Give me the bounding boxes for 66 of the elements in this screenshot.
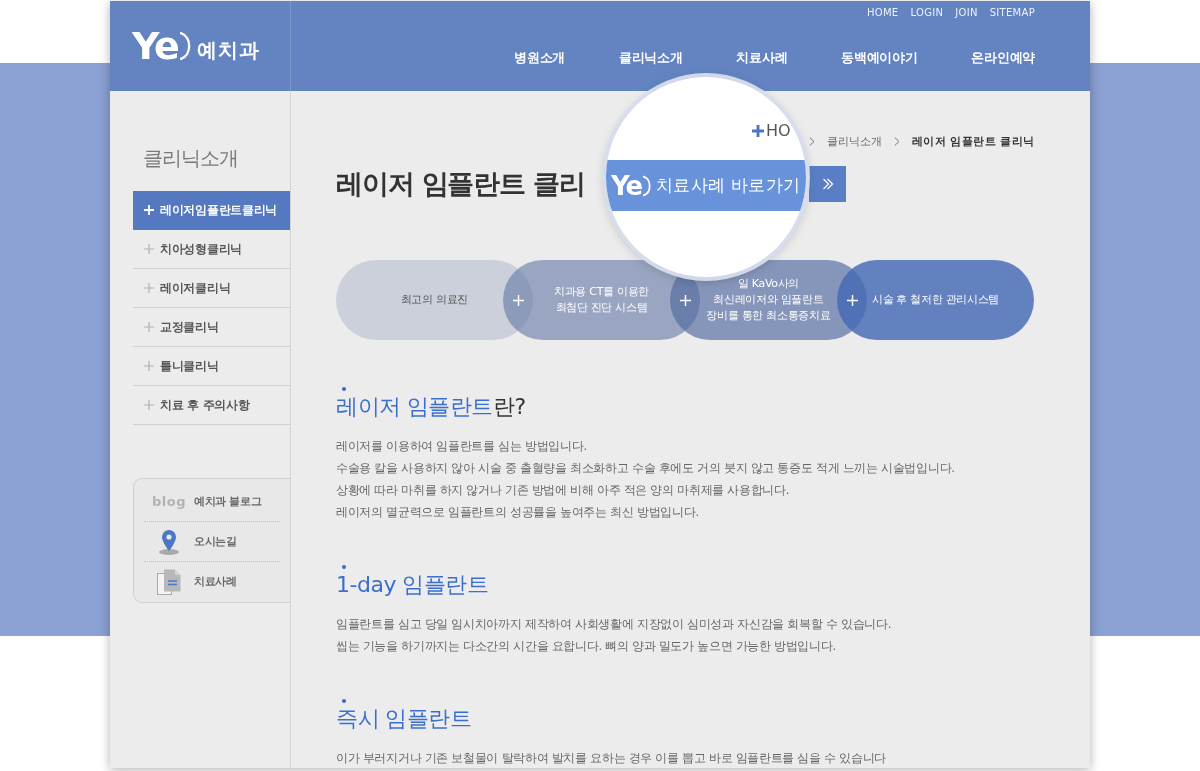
chevron-right-icon [808, 136, 815, 146]
plus-icon [680, 295, 691, 306]
utility-link[interactable]: JOIN [955, 6, 978, 20]
chevron-right-icon [893, 136, 900, 146]
breadcrumb-link[interactable]: 클리닉소개 [826, 134, 882, 148]
nav-item[interactable]: 온라인예약 [971, 48, 1035, 68]
utility-link[interactable]: LOGIN [910, 6, 944, 20]
double-chevron-icon [821, 177, 834, 190]
plus-icon [144, 400, 154, 410]
quick-link-label: 치료사례 [194, 574, 237, 589]
plus-icon [144, 322, 154, 332]
section-paragraph: 레이저를 이용하여 임플란트를 심는 방법입니다. 수술용 칼을 사용하지 않아 시술 중 출혈량을 최소화하고 수술 후에도 거의 붓지 않고 통증도 적게 느끼는 시술법입니다. 상황에 따라 마취를 하지 않거나 기존 방법에 비해 아주 적은 양의 마취제를 사용합니다. 레이저의 멸균력으로 임플란트의 성공률을 높여주는 최신 방법입니다. [336, 438, 956, 521]
quick-link-label: 오시는길 [194, 534, 237, 549]
menu-item-label: 치아성형클리닉 [160, 241, 242, 257]
logo-mark: Ye [611, 172, 642, 199]
nav-item[interactable]: 병원소개 [514, 48, 565, 68]
section-paragraph: 임플란트를 심고 당일 임시치아까지 제작하여 사회생활에 지장없이 심미성과 자신감을 회복할 수 있습니다. 씹는 기능을 하기까지는 다소간의 시간을 요합니다. 뼈의 양과 밀도가 높으면 가능한 방법입니다. [336, 616, 893, 655]
plus-icon [847, 295, 858, 306]
nav-item[interactable]: 치료사례 [736, 48, 788, 68]
swoosh-icon [643, 173, 652, 198]
page-title: 레이저 임플란트 클리 [336, 167, 585, 201]
section-paragraph: 이가 부러지거나 기존 보철물이 탈락하여 발치를 요하는 경우 이를 뽑고 바로 임플란트를 심을 수 있습니다 [336, 750, 888, 767]
map-pin-icon [158, 528, 180, 555]
logo-name: 예치과 [196, 36, 260, 64]
breadcrumb-link[interactable]: 레이저 임플란트 클리닉 [911, 134, 1035, 148]
menu-item-label: 치료 후 주의사항 [160, 397, 250, 413]
feature-label: 시술 후 철저한 관리시스템 [871, 292, 1000, 308]
sidebar-menu-item[interactable]: 레이저임플란트클리닉 [133, 191, 290, 230]
dot-icon [342, 565, 346, 569]
section-heading: 1-day 임플란트 [336, 571, 490, 599]
document-icon [157, 568, 181, 595]
case-shortcut-button[interactable]: Ye 치료사례 바로가기 [606, 160, 806, 211]
dot-icon [342, 699, 346, 703]
plus-icon [144, 244, 154, 254]
shortcut-button[interactable] [809, 165, 846, 202]
nav-item[interactable]: 클리닉소개 [618, 48, 683, 68]
sidebar-menu-item[interactable]: 치아성형클리닉 [133, 230, 290, 269]
sidebar-menu-item[interactable]: 치료 후 주의사항 [133, 386, 290, 425]
plus-icon [144, 205, 154, 215]
breadcrumb-link[interactable]: HO [766, 122, 791, 140]
plus-icon [752, 125, 764, 137]
feature-label: 최고의 의료진 [400, 292, 469, 308]
dot-icon [342, 387, 346, 391]
utility-link[interactable]: HOME [866, 6, 899, 20]
quick-link[interactable]: 치료사례 [144, 562, 280, 601]
feature-label: 일 KaVo사의 최신레이저와 임플란트 장비를 통한 최소통증치료 [706, 276, 831, 324]
menu-item-label: 교정클리닉 [160, 319, 219, 335]
quick-link-label: 예치과 블로그 [194, 494, 262, 509]
plus-icon [144, 361, 154, 371]
menu-item-label: 레이저클리닉 [160, 280, 231, 296]
menu-item-label: 틀니클리닉 [160, 358, 219, 374]
plus-icon [144, 283, 154, 293]
sidebar-menu-item[interactable]: 틀니클리닉 [133, 347, 290, 386]
swoosh-icon [179, 30, 191, 62]
utility-link[interactable]: SITEMAP [989, 6, 1035, 20]
menu-item-label: 레이저임플란트클리닉 [160, 202, 277, 218]
plus-icon [513, 295, 524, 306]
section-heading: 레이저 임플란트란? [336, 393, 527, 421]
feature-label: 치과용 CT를 이용한 최첨단 진단 시스템 [553, 284, 650, 316]
logo-mark: Ye [132, 27, 178, 65]
section-heading: 즉시 임플란트 [336, 705, 473, 733]
sidebar-menu-item[interactable]: 레이저클리닉 [133, 269, 290, 308]
sidebar-title: 클리닉소개 [143, 145, 239, 172]
sidebar-menu-item[interactable]: 교정클리닉 [133, 308, 290, 347]
quick-link[interactable]: 오시는길 [144, 522, 280, 562]
nav-item[interactable]: 동백예이야기 [841, 48, 918, 68]
